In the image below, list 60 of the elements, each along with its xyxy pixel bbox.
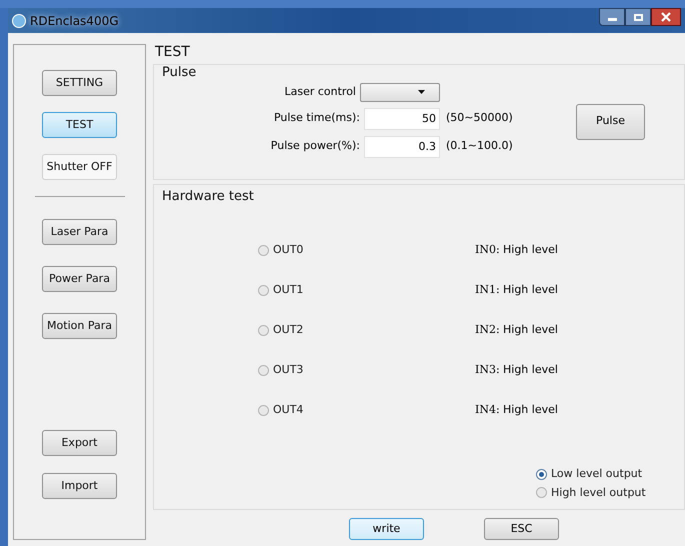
input-field[interactable]: 50 [364, 108, 440, 130]
radio-label: OUT1 [273, 282, 304, 298]
sidebar-button[interactable]: Laser Para [42, 219, 117, 245]
field-label: Laser control [284, 84, 356, 100]
input-state: High level [503, 362, 558, 378]
input-label: IN2: [475, 322, 501, 338]
maximize-button[interactable] [625, 8, 651, 26]
sidebar-button[interactable]: Shutter OFF [42, 154, 117, 180]
input-label: IN3: [475, 362, 501, 378]
radio-button[interactable] [536, 487, 547, 498]
output-radio[interactable]: OUT2 [258, 322, 475, 339]
input-label: IN1: [475, 282, 501, 298]
radio-label: High level output [551, 484, 646, 500]
radio-button[interactable] [258, 365, 269, 376]
sidebar-button[interactable]: Motion Para [42, 313, 117, 339]
window-title: RDEnclas400G [30, 12, 119, 30]
minimize-button[interactable] [599, 8, 625, 26]
sidebar-button[interactable]: Import [42, 473, 117, 499]
page-title: TEST [155, 44, 191, 60]
input-field[interactable]: 0.3 [364, 136, 440, 158]
group-title: Pulse [162, 64, 198, 82]
input-label: IN0: [475, 242, 501, 258]
input-state: High level [503, 322, 558, 338]
output-radio[interactable]: OUT3 [258, 362, 475, 379]
dialog-button[interactable]: ESC [484, 518, 559, 540]
output-radio[interactable]: OUT0 [258, 242, 475, 259]
radio-button[interactable] [536, 468, 547, 480]
field-label: Pulse time(ms): [274, 110, 360, 126]
radio-label: OUT2 [273, 322, 304, 338]
radio-label: OUT0 [273, 242, 304, 258]
dropdown-caret-icon [418, 90, 425, 94]
app-logo-icon [12, 14, 26, 28]
sidebar-button[interactable]: SETTING [42, 70, 117, 96]
laser-control-dropdown[interactable] [360, 82, 440, 102]
range-hint: (50~50000) [446, 110, 514, 126]
radio-button[interactable] [258, 285, 269, 296]
radio-button[interactable] [258, 245, 269, 256]
input-label: IN4: [475, 402, 501, 418]
pulse-button[interactable]: Pulse [576, 104, 645, 140]
field-label: Pulse power(%): [270, 138, 360, 154]
range-hint: (0.1~100.0) [446, 138, 514, 154]
close-icon [661, 12, 671, 22]
sidebar-button[interactable]: Export [42, 430, 117, 456]
input-state: High level [503, 402, 558, 418]
radio-button[interactable] [258, 405, 269, 416]
radio-label: OUT3 [273, 362, 304, 378]
output-radio[interactable]: OUT4 [258, 402, 475, 419]
input-state: High level [503, 242, 558, 258]
radio-button[interactable] [258, 325, 269, 336]
level-radio[interactable]: Low level output [536, 466, 676, 482]
group-title: Hardware test [162, 188, 255, 206]
close-button[interactable] [651, 8, 681, 26]
output-radio[interactable]: OUT1 [258, 282, 475, 299]
input-state: High level [503, 282, 558, 298]
radio-label: Low level output [551, 466, 642, 482]
dialog-button[interactable]: write [349, 518, 424, 540]
sidebar-button[interactable]: TEST [42, 112, 117, 138]
radio-label: OUT4 [273, 402, 304, 418]
level-radio[interactable]: High level output [536, 484, 676, 501]
sidebar-button[interactable]: Power Para [42, 266, 117, 292]
